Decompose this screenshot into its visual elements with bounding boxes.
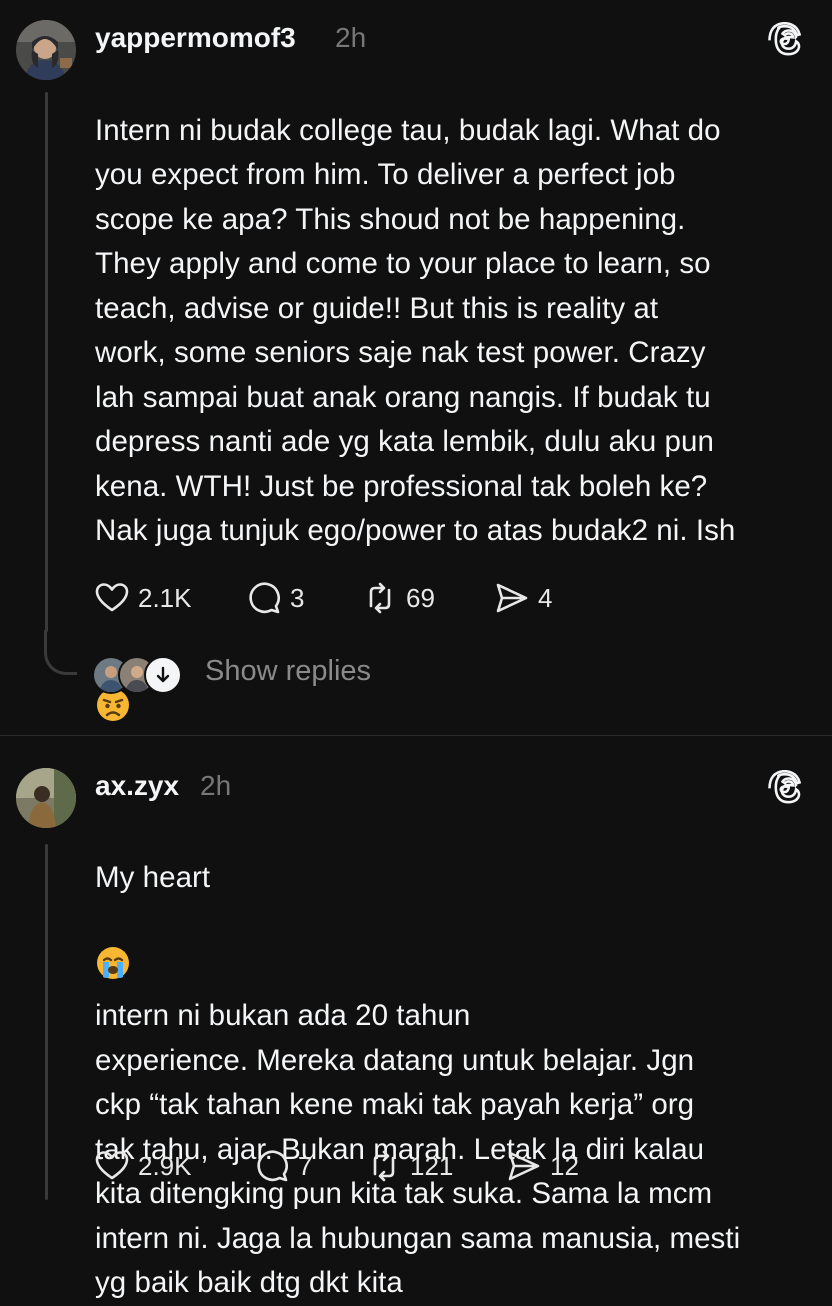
comment-count: 7 — [298, 1150, 313, 1181]
avatar[interactable] — [16, 20, 76, 80]
comment-button[interactable]: 3 — [246, 578, 304, 618]
threads-logo-icon[interactable] — [768, 22, 802, 56]
share-button[interactable]: 4 — [494, 578, 552, 618]
comment-button[interactable]: 7 — [254, 1146, 312, 1186]
thread-line — [45, 92, 48, 632]
reply-avatars[interactable] — [92, 654, 182, 696]
heart-icon — [95, 583, 129, 612]
post-text-content: Intern ni budak college tau, budak lagi.… — [95, 113, 736, 548]
repost-icon — [369, 582, 391, 614]
post-2: ax.zyx 2h My heart intern ni bukan ada 2… — [0, 736, 832, 1299]
like-count: 2.1K — [138, 582, 192, 613]
repost-button[interactable]: 69 — [362, 578, 435, 618]
like-count: 2.9K — [138, 1150, 192, 1181]
repost-button[interactable]: 121 — [366, 1146, 453, 1186]
repost-count: 69 — [406, 582, 435, 613]
share-button[interactable]: 12 — [506, 1146, 579, 1186]
share-icon — [496, 583, 528, 613]
threads-logo-icon[interactable] — [768, 770, 802, 804]
share-count: 12 — [550, 1150, 579, 1181]
repost-count: 121 — [410, 1150, 454, 1181]
share-count: 4 — [538, 582, 553, 613]
reply-connector — [44, 630, 77, 675]
like-button[interactable]: 2.9K — [94, 1146, 192, 1186]
show-replies-link[interactable]: Show replies — [205, 655, 371, 688]
arrow-down-icon — [144, 656, 182, 694]
avatar[interactable] — [16, 768, 76, 828]
post-1: yappermomof3 2h Intern ni budak college … — [0, 0, 832, 730]
username[interactable]: ax.zyx — [95, 770, 179, 802]
comment-icon — [257, 1150, 288, 1182]
share-icon — [508, 1151, 540, 1181]
post-text: Intern ni budak college tau, budak lagi.… — [95, 64, 815, 737]
loudly-crying-face-emoji — [95, 900, 131, 994]
username[interactable]: yappermomof3 — [95, 22, 296, 54]
like-button[interactable]: 2.1K — [94, 578, 192, 618]
post-text-prefix: My heart — [95, 860, 211, 894]
repost-icon — [373, 1150, 395, 1182]
heart-icon — [95, 1151, 129, 1180]
post-text: My heart intern ni bukan ada 20 tahun ex… — [95, 811, 815, 1306]
timestamp: 2h — [335, 22, 367, 53]
comment-count: 3 — [290, 582, 305, 613]
thread-line — [45, 844, 48, 1200]
timestamp: 2h — [200, 770, 232, 801]
comment-icon — [249, 582, 280, 614]
